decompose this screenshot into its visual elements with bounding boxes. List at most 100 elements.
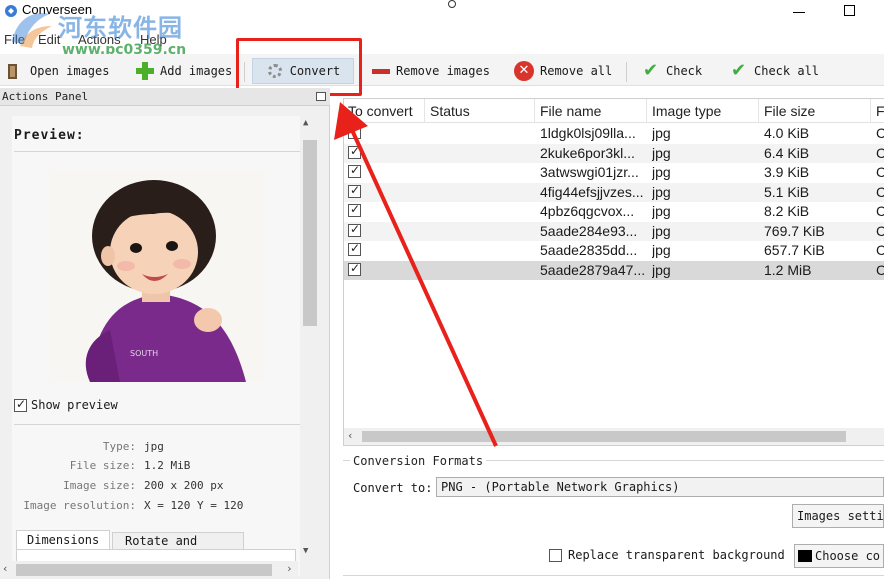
table-row[interactable]: 5aade2879a47... jpg 1.2 MiB C: [344,260,884,280]
table-header: To convert Status File name Image type F… [344,99,884,123]
cell-file-path: C: [876,164,884,180]
info-file-size: File size: 1.2 MiB [69,459,191,472]
column-file-size[interactable]: File size [764,103,815,119]
left-horizontal-scroll-thumb[interactable] [16,564,272,576]
scroll-down-icon[interactable]: ▼ [303,546,308,556]
tab-dimensions[interactable]: Dimensions [16,530,110,550]
cell-file-name: 2kuke6por3kl... [540,144,635,161]
table-row[interactable]: 5aade284e93... jpg 769.7 KiB C: [344,221,884,241]
scroll-right-icon[interactable]: › [286,562,293,575]
table-row[interactable]: 4fig44efsjjvzes... jpg 5.1 KiB C: [344,182,884,202]
checkbox-icon[interactable] [14,397,27,412]
minimize-icon[interactable] [792,4,806,18]
maximize-icon[interactable] [844,5,855,16]
convert-to-label: Convert to: [353,481,433,495]
cell-file-path: C: [876,125,884,141]
cell-file-path: C: [876,242,884,258]
actions-panel-header: Actions Panel [0,88,330,106]
cell-file-path: C: [876,183,884,200]
table-row[interactable]: 5aade2835dd... jpg 657.7 KiB C: [344,241,884,260]
format-select[interactable]: PNG - (Portable Network Graphics) [436,477,884,497]
column-image-type[interactable]: Image type [652,103,721,119]
remove-images-label: Remove images [396,64,490,78]
row-checkbox[interactable] [348,241,361,256]
add-images-button[interactable]: Add images [132,58,236,84]
remove-all-button[interactable]: ✕ Remove all [510,58,616,84]
close-icon: ✕ [514,61,534,81]
cell-file-name: 3atwswgi01jzr... [540,164,639,180]
cell-file-name: 1ldgk0lsj09lla... [540,125,636,141]
cell-file-name: 4pbz6qgcvox... [540,203,635,219]
cell-file-path: C: [876,144,884,161]
watermark-title: 河东软件园 [58,13,183,42]
column-file-name[interactable]: File name [540,103,601,119]
cell-file-size: 769.7 KiB [764,222,825,239]
replace-background-label: Replace transparent background [568,548,785,562]
cell-file-size: 657.7 KiB [764,242,825,258]
column-status[interactable]: Status [430,103,470,119]
panel-float-icon[interactable] [316,92,326,101]
preview-title: Preview: [14,128,85,143]
plus-icon [136,62,154,80]
row-checkbox[interactable] [348,163,361,178]
cell-image-type: jpg [652,242,671,258]
scroll-left-icon[interactable]: ‹ [347,429,354,442]
table-row[interactable]: 1ldgk0lsj09lla... jpg 4.0 KiB C: [344,124,884,143]
divider [14,151,300,152]
check-icon: ✔ [643,60,659,81]
row-checkbox[interactable] [348,222,361,237]
divider [14,424,300,425]
table-row[interactable]: 4pbz6qgcvox... jpg 8.2 KiB C: [344,202,884,221]
choose-color-label: Choose co [815,549,881,563]
tab-rotate-and-flip[interactable]: Rotate and flip [112,532,244,562]
table-row[interactable]: 3atwswgi01jzr... jpg 3.9 KiB C: [344,163,884,182]
minus-icon [372,62,390,80]
choose-color-button[interactable]: Choose co [794,544,884,568]
image-settings-button[interactable]: Images setti [792,504,884,528]
show-preview-checkbox[interactable]: Show preview [14,397,118,412]
row-checkbox[interactable] [348,202,361,217]
cell-image-type: jpg [652,183,671,200]
scroll-left-icon[interactable]: ‹ [2,562,9,575]
column-to-convert[interactable]: To convert [348,103,413,119]
preview-image: SOUTH [50,170,264,382]
remove-images-button[interactable]: Remove images [368,58,494,84]
divider [343,575,884,576]
info-image-size: Image size: 200 x 200 px [63,479,224,492]
row-checkbox[interactable] [348,183,361,198]
row-checkbox[interactable] [348,144,361,159]
table-horizontal-scroll-thumb[interactable] [362,431,846,442]
watermark-logo-icon [6,6,56,50]
row-checkbox[interactable] [348,261,361,276]
info-resolution: Image resolution: X = 120 Y = 120 [23,499,244,512]
scroll-up-icon[interactable]: ▲ [303,118,308,128]
cell-file-path: C: [876,203,884,219]
checkbox-icon[interactable] [549,548,562,562]
cell-file-size: 1.2 MiB [764,261,812,278]
left-vertical-scroll-thumb[interactable] [303,140,317,326]
check-label: Check [666,64,703,78]
check-button[interactable]: ✔ Check [638,58,706,84]
cell-image-type: jpg [652,203,671,219]
cell-file-size: 8.2 KiB [764,203,810,219]
check-all-button[interactable]: ✔ Check all [726,58,823,84]
toolbar: Open images Add images Convert Remove im… [0,54,884,86]
cell-file-name: 5aade2835dd... [540,242,638,258]
replace-background-checkbox[interactable]: Replace transparent background [549,548,785,562]
check-all-icon: ✔ [731,60,747,81]
table-row[interactable]: 2kuke6por3kl... jpg 6.4 KiB C: [344,143,884,163]
add-images-label: Add images [160,64,233,78]
open-images-button[interactable]: Open images [2,58,113,84]
column-file-path[interactable]: Fi [876,103,884,119]
cell-file-size: 3.9 KiB [764,164,810,180]
folder-icon [6,62,24,80]
info-type: Type: jpg [102,440,164,453]
cell-image-type: jpg [652,125,671,141]
row-checkbox[interactable] [348,124,361,139]
cursor-icon [448,0,456,8]
check-all-label: Check all [754,64,820,78]
cell-image-type: jpg [652,222,671,239]
svg-text:SOUTH: SOUTH [130,349,158,358]
cell-file-path: C: [876,261,884,278]
cell-image-type: jpg [652,144,671,161]
